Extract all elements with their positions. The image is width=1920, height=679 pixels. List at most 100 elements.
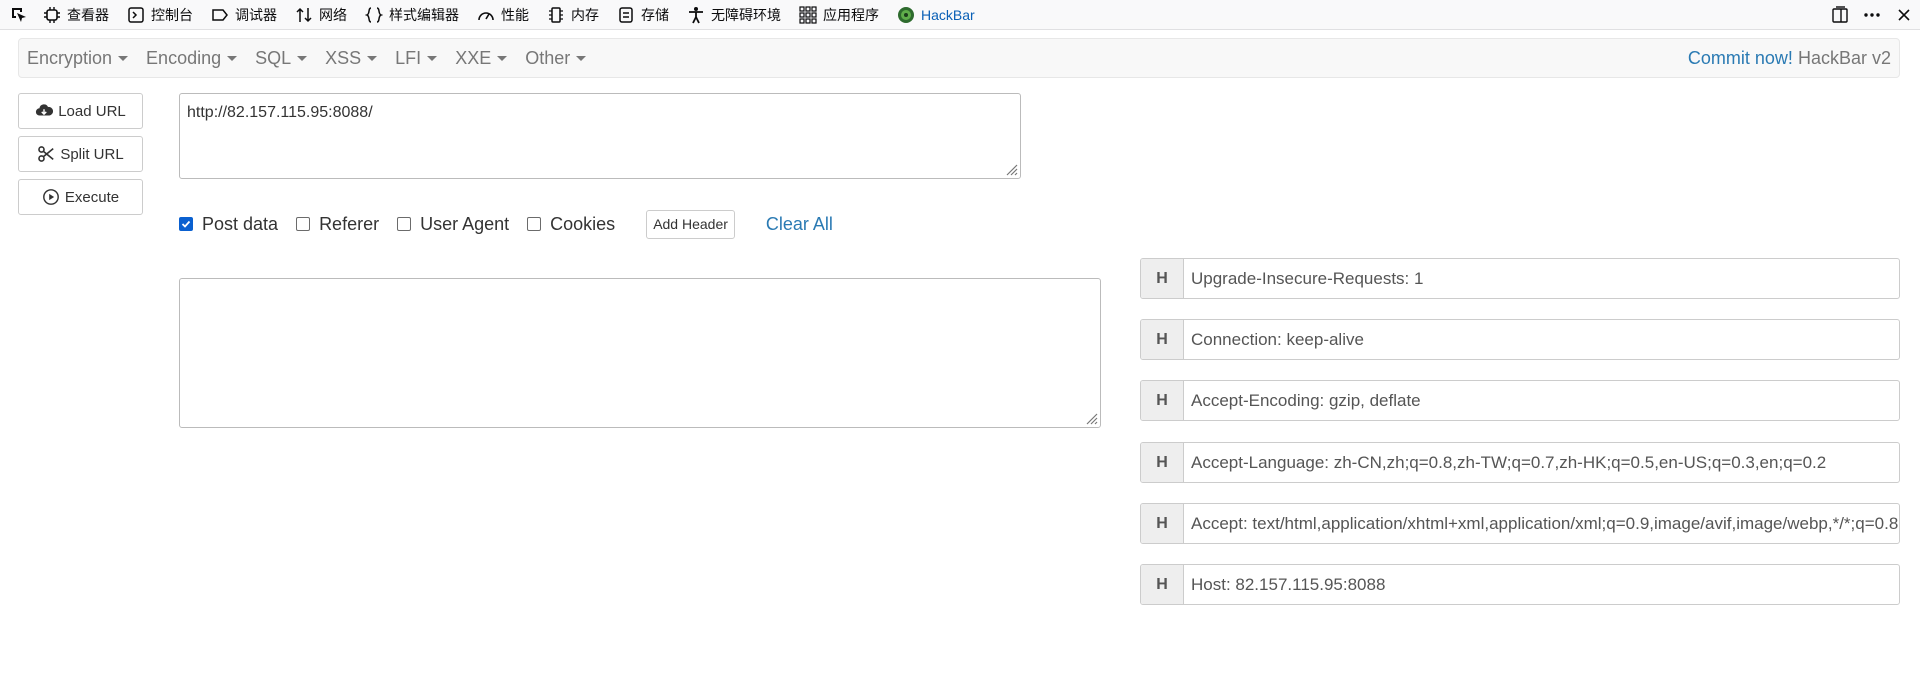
- header-badge[interactable]: H: [1141, 381, 1184, 420]
- header-row: H Accept: text/html,application/xhtml+xm…: [1140, 503, 1900, 544]
- referer-option[interactable]: Referer: [296, 214, 379, 235]
- url-input[interactable]: [180, 94, 1020, 178]
- cookies-checkbox[interactable]: [527, 217, 542, 231]
- post-body-input[interactable]: [180, 279, 1100, 427]
- url-field-wrapper: [179, 93, 1021, 179]
- tab-label: 查看器: [67, 6, 109, 23]
- header-row: H Connection: keep-alive: [1140, 319, 1900, 360]
- menu-label: LFI: [395, 47, 422, 68]
- style-editor-icon: [365, 6, 383, 23]
- header-badge[interactable]: H: [1141, 320, 1184, 359]
- menu-label: Encoding: [146, 47, 222, 68]
- dock-side-icon[interactable]: [1824, 0, 1856, 29]
- referer-label: Referer: [319, 213, 380, 234]
- button-label: Load URL: [58, 102, 126, 120]
- menu-label: Other: [525, 47, 571, 68]
- network-icon: [296, 7, 312, 22]
- tab-accessibility[interactable]: 无障碍环境: [678, 0, 790, 29]
- header-value[interactable]: Accept: text/html,application/xhtml+xml,…: [1184, 504, 1899, 543]
- load-url-button[interactable]: Load URL: [18, 93, 143, 129]
- storage-icon: [619, 6, 633, 23]
- tab-storage[interactable]: 存储: [608, 0, 678, 29]
- hackbar-icon: [898, 6, 914, 23]
- referer-checkbox[interactable]: [296, 217, 311, 231]
- header-value[interactable]: Accept-Language: zh-CN,zh;q=0.8,zh-TW;q=…: [1184, 443, 1899, 482]
- header-row: H Host: 82.157.115.95:8088: [1140, 564, 1900, 605]
- user-agent-label: User Agent: [420, 213, 510, 234]
- brand-name: HackBar v2: [1797, 47, 1891, 68]
- hackbar-menu: Encryption Encoding SQL XSS LFI XXE Othe…: [18, 38, 1900, 78]
- cookies-label: Cookies: [550, 213, 616, 234]
- header-badge[interactable]: H: [1141, 443, 1184, 482]
- tab-label: 性能: [501, 6, 529, 23]
- execute-button[interactable]: Execute: [18, 179, 143, 215]
- menu-encoding[interactable]: Encoding: [137, 38, 246, 78]
- header-badge[interactable]: H: [1141, 259, 1184, 298]
- caret-down-icon: [367, 55, 378, 61]
- commit-now-link[interactable]: Commit now!: [1688, 48, 1793, 68]
- cookies-option[interactable]: Cookies: [527, 214, 615, 235]
- tab-application[interactable]: 应用程序: [790, 0, 888, 29]
- menu-xxe[interactable]: XXE: [446, 38, 516, 78]
- add-header-button[interactable]: Add Header: [646, 209, 735, 239]
- devtools-toolbar: 查看器 控制台 调试器 网络 样式编辑器 性能 内存 存储 无障碍环境 应用程序…: [0, 0, 1920, 30]
- post-data-option[interactable]: Post data: [179, 214, 278, 235]
- header-badge[interactable]: H: [1141, 565, 1184, 604]
- menu-encryption[interactable]: Encryption: [19, 38, 137, 78]
- tab-style-editor[interactable]: 样式编辑器: [356, 0, 468, 29]
- caret-down-icon: [497, 55, 508, 61]
- close-icon[interactable]: [1888, 0, 1920, 29]
- tab-debugger[interactable]: 调试器: [202, 0, 286, 29]
- menu-label: XSS: [325, 47, 362, 68]
- tab-inspector[interactable]: 查看器: [34, 0, 118, 29]
- header-value[interactable]: Accept-Encoding: gzip, deflate: [1184, 381, 1899, 420]
- scissors-icon: [38, 146, 55, 162]
- tab-network[interactable]: 网络: [286, 0, 356, 29]
- resize-grip-icon[interactable]: [1004, 162, 1018, 176]
- element-picker-icon[interactable]: [4, 0, 34, 29]
- caret-down-icon: [576, 55, 587, 61]
- split-url-button[interactable]: Split URL: [18, 136, 143, 172]
- header-value[interactable]: Upgrade-Insecure-Requests: 1: [1184, 259, 1899, 298]
- header-badge[interactable]: H: [1141, 504, 1184, 543]
- caret-down-icon: [118, 55, 129, 61]
- clear-all-link[interactable]: Clear All: [766, 214, 833, 235]
- more-options-icon[interactable]: [1856, 0, 1888, 29]
- tab-memory[interactable]: 内存: [538, 0, 608, 29]
- menu-xss[interactable]: XSS: [316, 38, 386, 78]
- menu-sql[interactable]: SQL: [246, 38, 316, 78]
- menu-lfi[interactable]: LFI: [386, 38, 446, 78]
- inspector-icon: [44, 6, 60, 23]
- tab-label: 内存: [571, 6, 599, 23]
- header-row: H Upgrade-Insecure-Requests: 1: [1140, 258, 1900, 299]
- menu-label: SQL: [255, 47, 292, 68]
- tab-hackbar[interactable]: HackBar: [888, 0, 984, 29]
- tab-label: 无障碍环境: [711, 6, 781, 23]
- tab-performance[interactable]: 性能: [468, 0, 538, 29]
- button-label: Execute: [64, 188, 120, 206]
- performance-icon: [478, 11, 494, 20]
- application-icon: [799, 5, 817, 24]
- post-body-wrapper: [179, 278, 1101, 428]
- post-data-label: Post data: [202, 213, 279, 234]
- header-value[interactable]: Host: 82.157.115.95:8088: [1184, 565, 1899, 604]
- menu-label: XXE: [455, 47, 492, 68]
- header-value[interactable]: Connection: keep-alive: [1184, 320, 1899, 359]
- tab-console[interactable]: 控制台: [118, 0, 202, 29]
- header-row: H Accept-Language: zh-CN,zh;q=0.8,zh-TW;…: [1140, 442, 1900, 483]
- caret-down-icon: [227, 55, 238, 61]
- header-row: H Accept-Encoding: gzip, deflate: [1140, 380, 1900, 421]
- menu-label: Encryption: [27, 47, 113, 68]
- debugger-icon: [212, 8, 228, 21]
- user-agent-checkbox[interactable]: [397, 217, 412, 231]
- tab-label: 调试器: [235, 6, 277, 23]
- user-agent-option[interactable]: User Agent: [397, 214, 509, 235]
- caret-down-icon: [297, 55, 308, 61]
- resize-grip-icon[interactable]: [1084, 411, 1098, 425]
- caret-down-icon: [427, 55, 438, 61]
- tab-label: 存储: [641, 6, 669, 23]
- accessibility-icon: [689, 6, 703, 23]
- post-data-checkbox[interactable]: [179, 217, 193, 231]
- tab-label: 应用程序: [823, 6, 879, 23]
- menu-other[interactable]: Other: [516, 38, 595, 78]
